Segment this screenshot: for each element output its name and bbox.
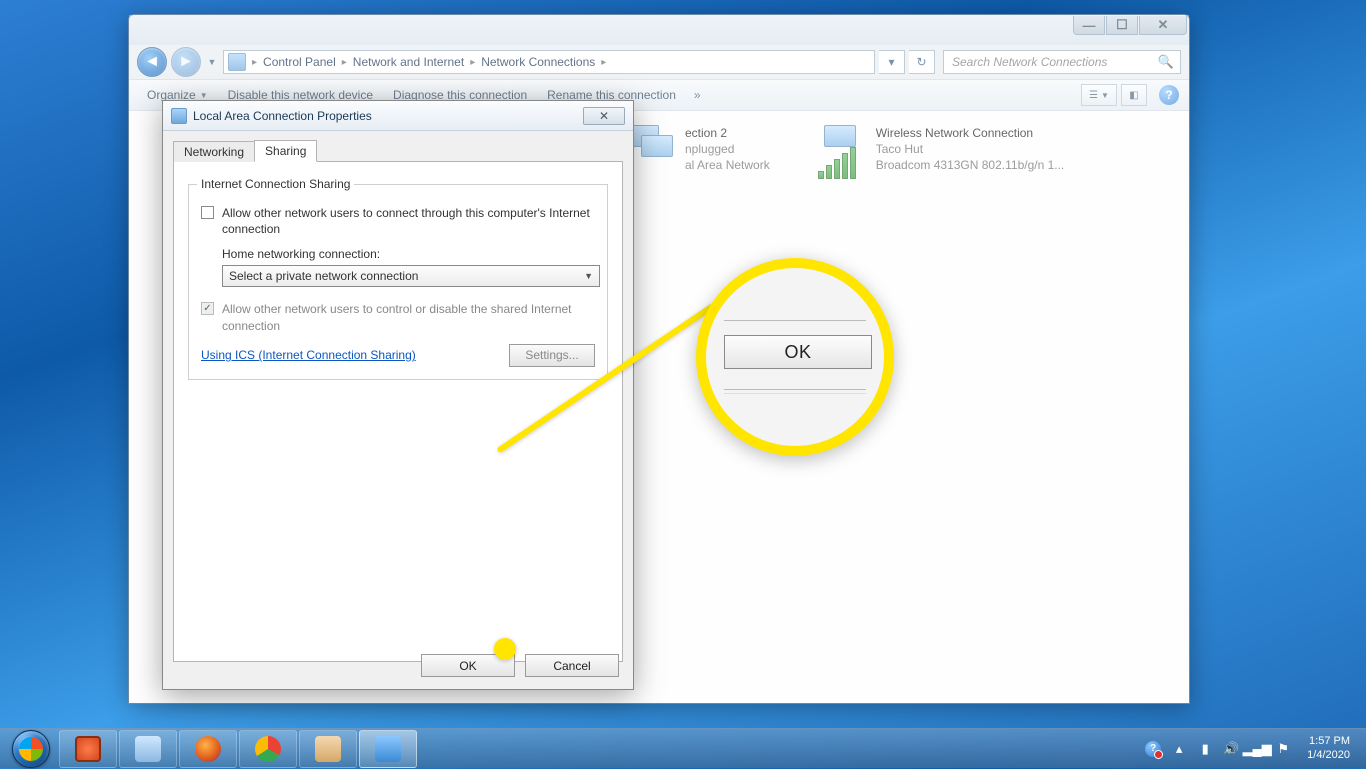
properties-dialog: Local Area Connection Properties ✕ Netwo… bbox=[162, 100, 634, 690]
firefox-icon bbox=[195, 736, 221, 762]
start-button[interactable] bbox=[4, 729, 58, 769]
chevron-down-icon: ▼ bbox=[584, 271, 593, 281]
allow-control-row: Allow other network users to control or … bbox=[201, 301, 595, 333]
home-connection-combo[interactable]: Select a private network connection ▼ bbox=[222, 265, 600, 287]
dialog-title: Local Area Connection Properties bbox=[193, 109, 372, 123]
taskbar-item-network[interactable] bbox=[359, 730, 417, 768]
volume-icon[interactable]: 🔊 bbox=[1223, 741, 1239, 757]
clock-time: 1:57 PM bbox=[1307, 735, 1350, 748]
chrome-icon bbox=[255, 736, 281, 762]
clock-date: 1/4/2020 bbox=[1307, 749, 1350, 762]
tab-networking[interactable]: Networking bbox=[173, 141, 255, 162]
snipping-tool-icon bbox=[75, 736, 101, 762]
tab-sharing[interactable]: Sharing bbox=[254, 140, 317, 162]
combo-text: Select a private network connection bbox=[229, 269, 418, 283]
allow-connect-checkbox[interactable] bbox=[201, 206, 214, 219]
clock[interactable]: 1:57 PM 1/4/2020 bbox=[1301, 735, 1356, 761]
ics-group: Internet Connection Sharing Allow other … bbox=[188, 184, 608, 380]
taskbar-item-chrome[interactable] bbox=[239, 730, 297, 768]
windows-orb-icon bbox=[12, 730, 50, 768]
allow-connect-row[interactable]: Allow other network users to connect thr… bbox=[201, 205, 595, 237]
settings-button[interactable]: Settings... bbox=[509, 344, 595, 367]
dialog-footer: OK Cancel bbox=[421, 654, 619, 677]
group-title: Internet Connection Sharing bbox=[197, 177, 354, 191]
taskbar-item-snipping[interactable] bbox=[59, 730, 117, 768]
cancel-button[interactable]: Cancel bbox=[525, 654, 619, 677]
taskbar-item-paint[interactable] bbox=[299, 730, 357, 768]
tab-strip: Networking Sharing bbox=[173, 139, 623, 162]
battery-icon[interactable]: ▮ bbox=[1197, 741, 1213, 757]
system-tray: ? ▴ ▮ 🔊 ▂▄▆ ⚑ 1:57 PM 1/4/2020 bbox=[1145, 735, 1362, 761]
notepad-icon bbox=[135, 736, 161, 762]
dialog-body: Networking Sharing Internet Connection S… bbox=[163, 131, 633, 670]
taskbar-item-notepad[interactable] bbox=[119, 730, 177, 768]
allow-connect-label: Allow other network users to connect thr… bbox=[222, 205, 595, 237]
paint-icon bbox=[315, 736, 341, 762]
taskbar[interactable]: ? ▴ ▮ 🔊 ▂▄▆ ⚑ 1:57 PM 1/4/2020 bbox=[0, 728, 1366, 768]
dialog-close-button[interactable]: ✕ bbox=[583, 107, 625, 125]
dialog-titlebar[interactable]: Local Area Connection Properties ✕ bbox=[163, 101, 633, 131]
home-connection-label: Home networking connection: bbox=[222, 247, 595, 261]
allow-control-label: Allow other network users to control or … bbox=[222, 301, 595, 333]
callout-magnifier: OK bbox=[696, 258, 894, 456]
dialog-icon bbox=[171, 108, 187, 124]
network-tray-icon[interactable]: ▂▄▆ bbox=[1249, 741, 1265, 757]
ics-help-link[interactable]: Using ICS (Internet Connection Sharing) bbox=[201, 348, 416, 362]
callout-ok-button: OK bbox=[724, 335, 872, 369]
callout-anchor bbox=[494, 638, 516, 660]
allow-control-checkbox bbox=[201, 302, 214, 315]
taskbar-item-firefox[interactable] bbox=[179, 730, 237, 768]
action-center-icon[interactable]: ? bbox=[1145, 741, 1161, 757]
network-center-icon bbox=[375, 736, 401, 762]
flag-icon[interactable]: ⚑ bbox=[1275, 741, 1291, 757]
show-hidden-icon[interactable]: ▴ bbox=[1171, 741, 1187, 757]
